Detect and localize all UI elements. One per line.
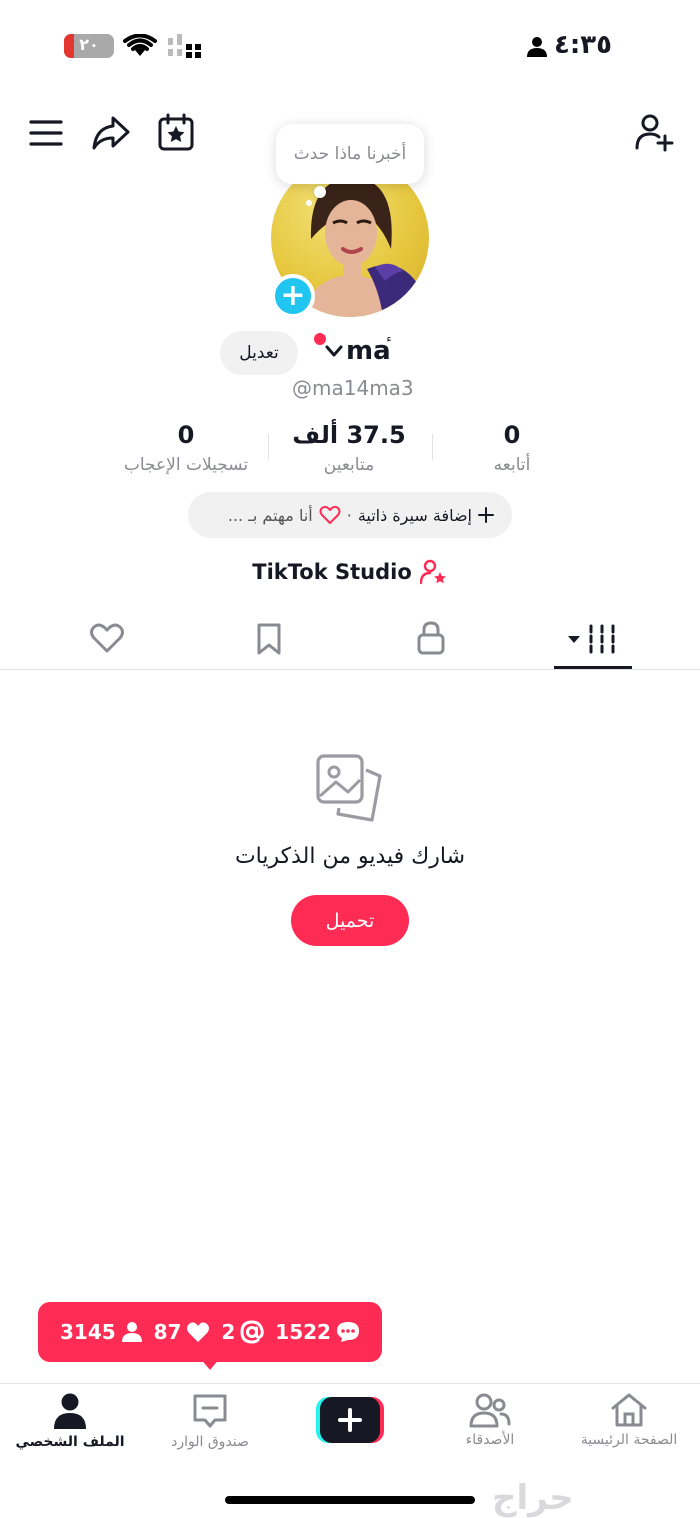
tab-videos[interactable] [564, 622, 620, 656]
bubble-tail-dot [314, 186, 326, 198]
bubble-tail-dot-small [306, 200, 312, 206]
likes-notif-count: 87 [153, 1320, 182, 1344]
nav-home[interactable]: الصفحة الرئيسية [559, 1392, 699, 1448]
tab-divider [0, 669, 700, 670]
creator-star-icon [419, 559, 446, 585]
profile-icon [54, 1393, 86, 1429]
activity-notification[interactable]: 3145 87 2 1522 [38, 1302, 382, 1362]
plus-icon [478, 507, 494, 523]
tiktok-studio-link[interactable]: TikTok Studio [0, 559, 700, 585]
empty-state-message: شارك فيديو من الذكريات [234, 844, 466, 869]
upload-button[interactable]: تحميل [291, 895, 409, 946]
heart-icon [187, 1322, 210, 1342]
tab-liked-heart-icon[interactable] [89, 622, 125, 654]
notification-tail [200, 1358, 220, 1370]
battery-level: ٢٠ [79, 35, 99, 54]
username-handle: @ma14ma3 [292, 376, 414, 400]
share-icon[interactable] [90, 114, 132, 152]
nav-profile[interactable]: الملف الشخصي [0, 1392, 140, 1450]
photos-icon [316, 754, 382, 822]
followers-label: متابعين [323, 455, 375, 475]
following-label: أتابعه [493, 455, 531, 475]
mention-at-icon [240, 1320, 265, 1344]
likes-label: تسجيلات الإعجاب [123, 455, 249, 475]
mentions-notif-count: 2 [221, 1320, 236, 1344]
home-indicator[interactable] [225, 1496, 475, 1504]
menu-icon[interactable] [28, 118, 64, 148]
edit-profile-button[interactable]: تعديل [220, 331, 298, 375]
nav-inbox[interactable]: صندوق الوارد [140, 1392, 280, 1450]
nav-inbox-label: صندوق الوارد [171, 1434, 249, 1450]
cellular-signal-icon [168, 34, 201, 58]
comments-notif-count: 1522 [275, 1320, 331, 1344]
inbox-icon [193, 1394, 227, 1428]
comment-icon [336, 1322, 359, 1342]
status-time: ٤:٣٥ [553, 30, 612, 60]
tab-private-lock-icon[interactable] [416, 620, 446, 656]
nav-divider [0, 1383, 700, 1384]
followers-count[interactable]: 37.5 ألف [269, 421, 429, 449]
nav-friends[interactable]: الأصدقاء [420, 1392, 560, 1448]
followers-notif-count: 3145 [60, 1320, 116, 1344]
heart-outline-icon [319, 505, 341, 524]
mentions-notif: 2 [221, 1320, 265, 1344]
person-icon [121, 1322, 142, 1342]
tab-saved-bookmark-icon[interactable] [256, 622, 282, 656]
home-icon [611, 1393, 647, 1427]
likes-count[interactable]: 0 [106, 421, 266, 449]
likes-notif: 87 [154, 1320, 211, 1344]
create-button[interactable] [316, 1397, 384, 1443]
add-bio-pill[interactable]: إضافة سيرة ذاتية · أنا مهتم بـ ... [188, 492, 512, 538]
calendar-star-icon[interactable] [157, 112, 195, 152]
display-name[interactable]: ma [346, 336, 391, 366]
studio-label: TikTok Studio [252, 560, 412, 584]
note-bubble[interactable]: أخبرنا ماذا حدث [276, 124, 424, 184]
add-bio-label: إضافة سيرة ذاتية [357, 505, 472, 525]
add-friend-icon[interactable] [634, 112, 674, 152]
avatar-add-button[interactable]: + [271, 274, 315, 318]
chevron-down-icon[interactable] [324, 344, 344, 358]
nav-home-label: الصفحة الرئيسية [580, 1432, 678, 1448]
nav-friends-label: الأصدقاء [465, 1432, 515, 1448]
nav-profile-label: الملف الشخصي [15, 1434, 125, 1450]
interests-label: أنا مهتم بـ ... [227, 505, 313, 525]
friends-icon [469, 1393, 511, 1428]
person-status-icon [527, 37, 547, 57]
battery-indicator: ٢٠ [64, 34, 114, 58]
comments-notif: 1522 [275, 1320, 360, 1344]
following-count[interactable]: 0 [432, 421, 592, 449]
watermark-logo: حراج [492, 1478, 574, 1518]
bio-separator: · [346, 505, 352, 525]
wifi-icon [123, 34, 157, 56]
followers-notif: 3145 [60, 1320, 143, 1344]
